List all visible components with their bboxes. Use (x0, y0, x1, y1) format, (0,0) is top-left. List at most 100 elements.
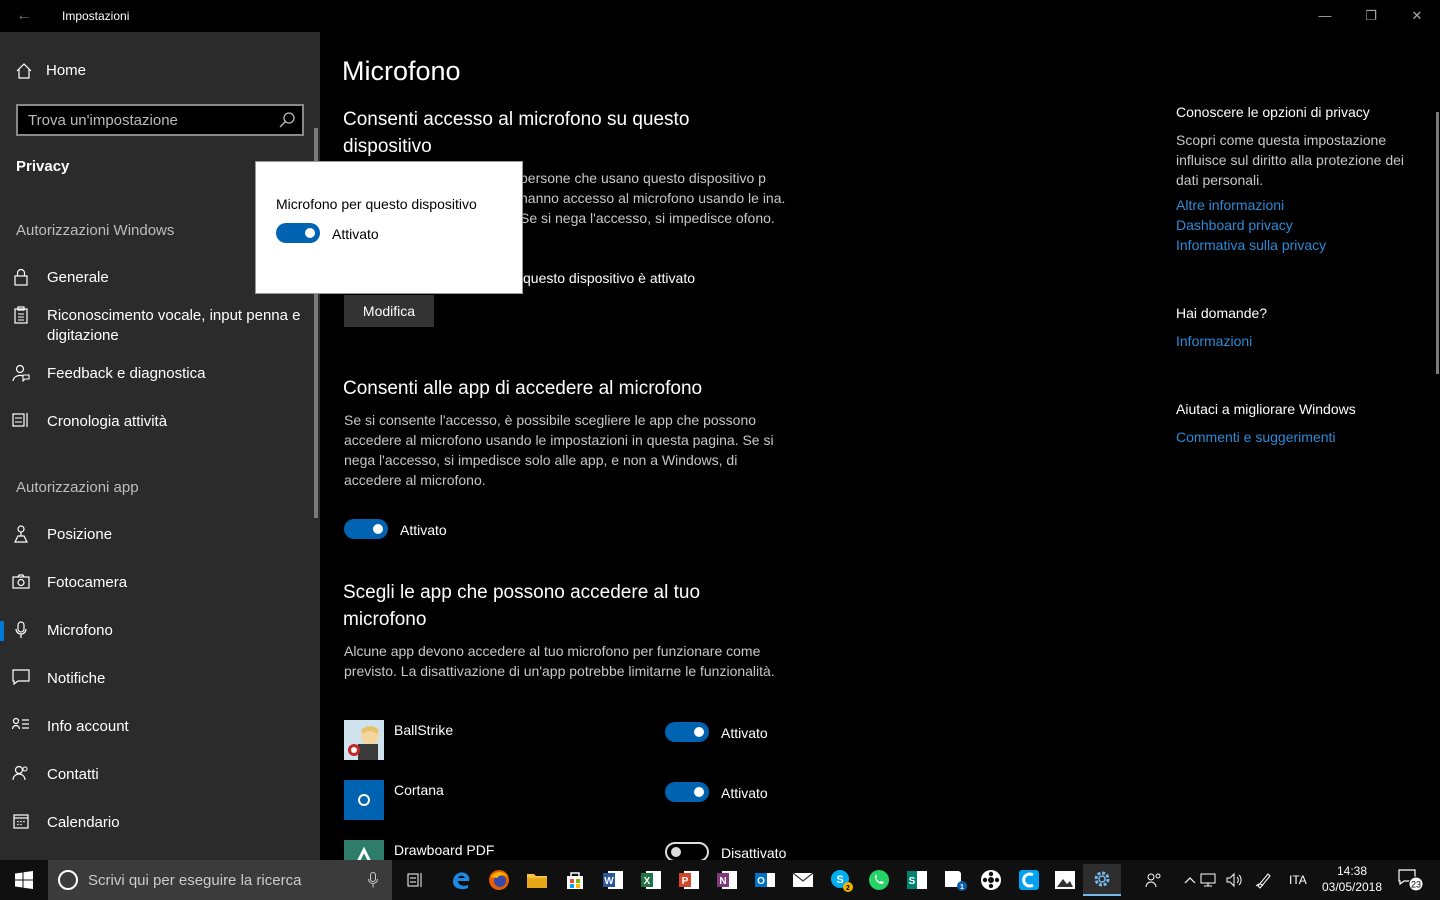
pinwheel-app-icon[interactable] (973, 864, 1009, 896)
microphone-icon[interactable] (368, 872, 378, 888)
app-access-toggle[interactable] (344, 519, 388, 544)
back-arrow-icon[interactable]: ← (10, 4, 38, 28)
drawboard-app-icon (344, 840, 384, 860)
improve-heading: Aiutaci a migliorare Windows (1176, 401, 1356, 417)
powerpoint-icon[interactable]: P (671, 864, 707, 896)
link-dashboard-privacy[interactable]: Dashboard privacy (1176, 217, 1293, 233)
section-title-privacy: Privacy (16, 158, 70, 175)
link-informazioni[interactable]: Informazioni (1176, 333, 1252, 349)
taskbar: Scrivi qui per eseguire la ricerca W X P… (0, 860, 1440, 900)
sidebar-item-label: Riconoscimento vocale, input penna e dig… (47, 307, 301, 344)
cortana-app-icon (344, 780, 384, 820)
group-label-app: Autorizzazioni app (16, 479, 139, 496)
choose-apps-description: Alcune app devono accedere al tuo microf… (344, 643, 775, 679)
pen-icon[interactable] (1250, 864, 1278, 896)
windows-logo-icon (15, 871, 33, 889)
sidebar-item-feedback[interactable]: Feedback e diagnostica (0, 364, 314, 384)
device-access-description: persone che usano questo dispositivo p h… (520, 170, 786, 226)
file-explorer-icon[interactable] (519, 864, 555, 896)
page-title: Microfono (342, 56, 461, 86)
cortana-toggle[interactable] (665, 782, 709, 802)
app-name: Drawboard PDF (394, 842, 495, 858)
action-center-icon[interactable]: 23 (1398, 868, 1424, 892)
link-altre-informazioni[interactable]: Altre informazioni (1176, 197, 1284, 213)
taskbar-search-text: Scrivi qui per eseguire la ricerca (88, 872, 302, 889)
flyout-toggle[interactable] (276, 223, 320, 243)
device-access-status: questo dispositivo è attivato (523, 270, 695, 286)
section-heading-choose-apps: Scegli le app che possono accedere al tu… (343, 582, 701, 630)
volume-icon[interactable] (1222, 864, 1246, 896)
whatsapp-icon[interactable] (861, 864, 897, 896)
store-icon[interactable] (557, 864, 593, 896)
section-heading-app-access: Consenti alle app di accedere al microfo… (343, 378, 703, 399)
sway-icon[interactable]: S (899, 864, 935, 896)
timeline-icon (11, 413, 28, 427)
skype-icon[interactable]: S2 (823, 864, 859, 896)
clipboard-icon (13, 306, 28, 324)
settings-search[interactable] (16, 104, 304, 136)
outlook-icon[interactable]: O (747, 864, 783, 896)
task-view-icon[interactable] (398, 864, 434, 896)
app-row-ballstrike: BallStrike Attivato (344, 720, 804, 760)
sidebar-item-posizione[interactable]: Posizione (0, 525, 314, 545)
restore-button[interactable]: ❐ (1348, 0, 1394, 32)
taskbar-search[interactable]: Scrivi qui per eseguire la ricerca (48, 860, 392, 900)
minimize-button[interactable]: — (1302, 0, 1348, 32)
app-state: Disattivato (721, 845, 787, 860)
firefox-icon[interactable] (481, 864, 517, 896)
messaging-badge: 1 (960, 884, 964, 891)
sidebar-item-label: Calendario (47, 814, 120, 831)
sidebar-item-calendario[interactable]: Calendario (0, 813, 314, 833)
sidebar-item-speech[interactable]: Riconoscimento vocale, input penna e dig… (0, 306, 314, 346)
sidebar-home[interactable]: Home (16, 62, 86, 79)
link-informativa-privacy[interactable]: Informativa sulla privacy (1176, 237, 1326, 253)
messaging-icon[interactable]: 1 (937, 864, 973, 896)
settings-search-input[interactable] (18, 106, 268, 134)
sidebar-item-label: Microfono (47, 622, 113, 639)
location-icon (13, 525, 28, 543)
home-label: Home (46, 62, 87, 79)
sidebar-item-info-account[interactable]: Info account (0, 717, 314, 737)
svg-text:P: P (682, 876, 689, 887)
sidebar-item-cronologia[interactable]: Cronologia attività (0, 412, 314, 432)
app-row-drawboard: Drawboard PDF Disattivato (344, 840, 804, 860)
people-icon[interactable] (1136, 864, 1172, 896)
clock[interactable]: 14:38 03/05/2018 (1320, 863, 1384, 895)
settings-taskbar-icon[interactable] (1083, 864, 1121, 896)
search-icon[interactable] (278, 111, 296, 129)
sidebar-item-contatti[interactable]: Contatti (0, 765, 314, 785)
word-icon[interactable]: W (595, 864, 631, 896)
mail-icon[interactable] (785, 864, 821, 896)
excel-icon[interactable]: X (633, 864, 669, 896)
title-bar: ← Impostazioni — ❐ ✕ (0, 0, 1440, 32)
sidebar-item-label: Posizione (47, 526, 113, 543)
edge-icon[interactable] (443, 864, 479, 896)
toggle-switch[interactable] (344, 519, 388, 539)
skype-badge: 2 (846, 885, 850, 892)
main-scrollbar[interactable] (1436, 112, 1439, 374)
photos-icon[interactable] (1047, 864, 1083, 896)
notification-icon (11, 669, 30, 685)
language-indicator[interactable]: ITA (1289, 860, 1307, 900)
start-button[interactable] (0, 860, 48, 900)
app-name: BallStrike (394, 722, 454, 738)
app-access-toggle-state: Attivato (400, 522, 447, 538)
sidebar-item-microfono[interactable]: Microfono (0, 621, 314, 641)
network-icon[interactable] (1196, 864, 1220, 896)
sidebar-item-label: Cronologia attività (47, 413, 168, 430)
sidebar-item-label: Feedback e diagnostica (47, 365, 206, 382)
feedback-icon (11, 364, 30, 382)
sidebar-item-notifiche[interactable]: Notifiche (0, 669, 314, 689)
ballstrike-toggle[interactable] (665, 722, 709, 742)
camera-icon (11, 574, 30, 589)
close-button[interactable]: ✕ (1394, 0, 1440, 32)
flyout-title: Microfono per questo dispositivo (276, 196, 477, 212)
c-app-icon[interactable] (1011, 864, 1047, 896)
drawboard-toggle[interactable] (665, 842, 709, 860)
questions-heading: Hai domande? (1176, 305, 1268, 321)
link-commenti-suggerimenti[interactable]: Commenti e suggerimenti (1176, 429, 1336, 445)
onenote-icon[interactable]: N (709, 864, 745, 896)
sidebar-item-fotocamera[interactable]: Fotocamera (0, 573, 314, 593)
sidebar: Home Privacy Autorizzazioni Windows Gene… (0, 32, 320, 860)
modifica-button[interactable]: Modifica (344, 295, 434, 327)
